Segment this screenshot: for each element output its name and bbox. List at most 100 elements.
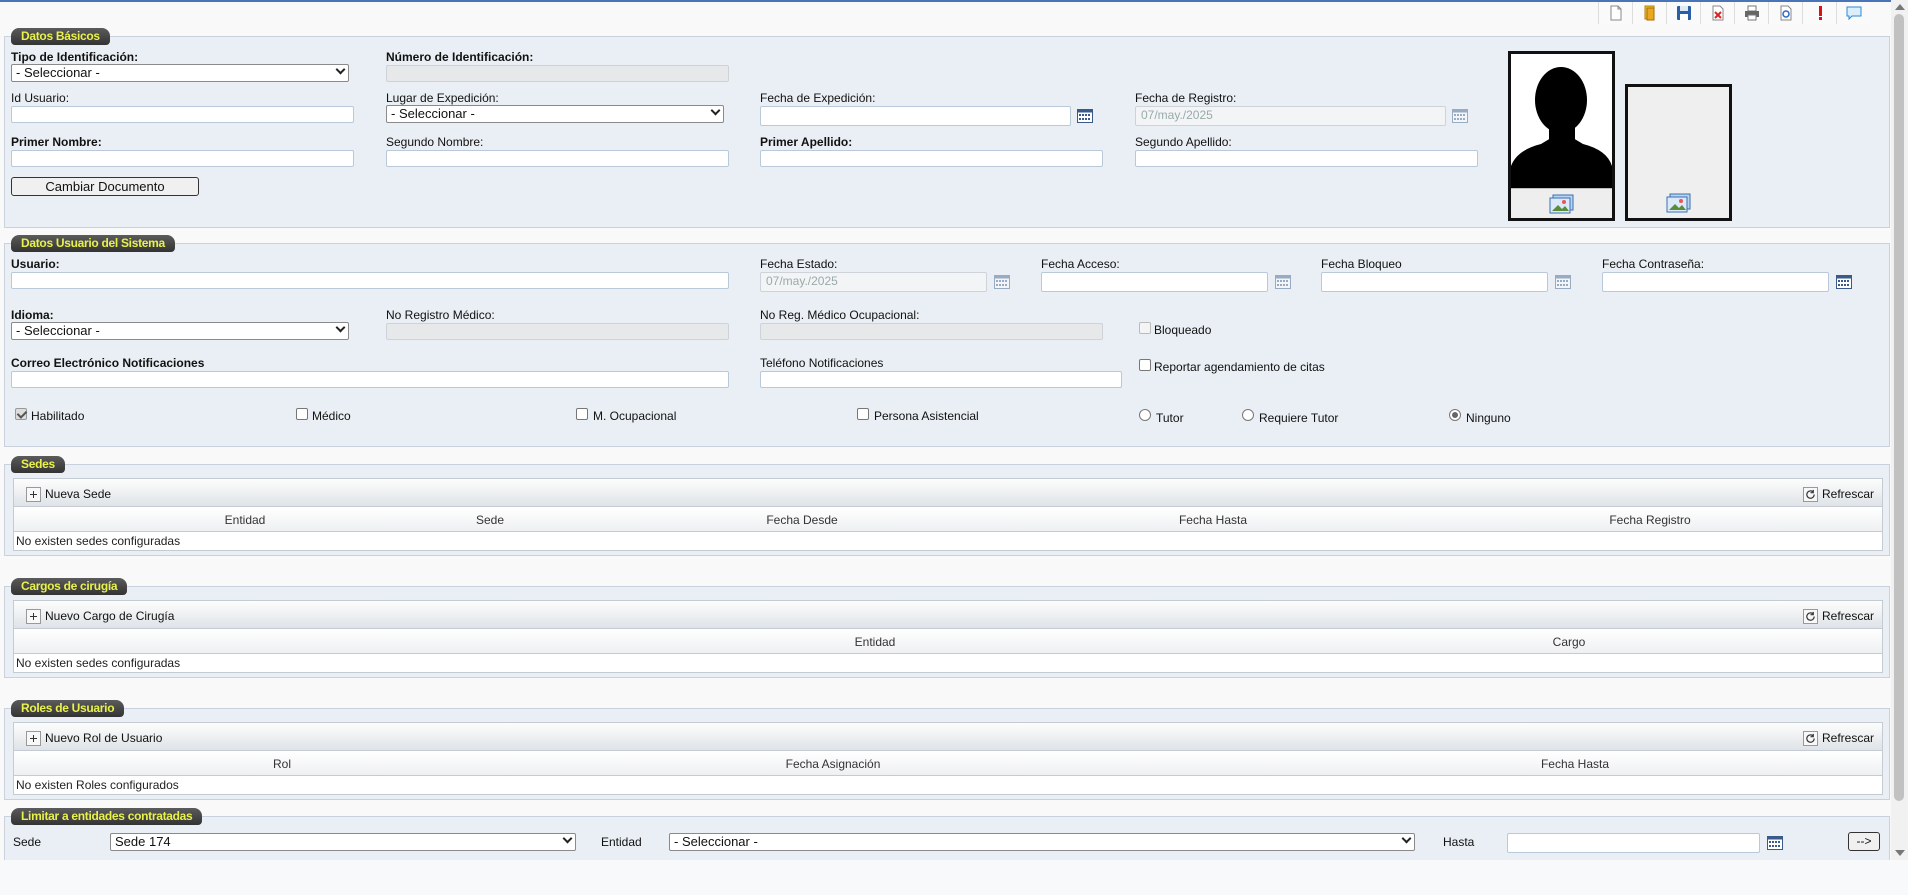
cambiar-documento-button[interactable]: Cambiar Documento	[11, 177, 199, 196]
column-header[interactable]: Sede	[476, 513, 504, 527]
column-header[interactable]: Fecha Registro	[1609, 513, 1690, 527]
tipo-identificacion-select[interactable]: - Seleccionar -	[11, 64, 349, 82]
fecha-acceso-input[interactable]	[1041, 272, 1268, 292]
signature-box	[1625, 84, 1732, 221]
fecha-acceso-label: Fecha Acceso:	[1041, 257, 1120, 271]
nuevo-cargo-button[interactable]: Nuevo Cargo de Cirugía	[26, 607, 174, 625]
column-header[interactable]: Cargo	[1553, 635, 1586, 649]
idioma-label: Idioma:	[11, 308, 54, 322]
cargos-refrescar-button[interactable]: Refrescar	[1802, 607, 1874, 625]
calendar-icon	[1452, 109, 1468, 123]
tutor-radio[interactable]	[1139, 409, 1151, 421]
ninguno-radio[interactable]	[1449, 409, 1461, 421]
lugar-expedicion-select[interactable]: - Seleccionar -	[386, 105, 724, 123]
column-header[interactable]: Fecha Hasta	[1179, 513, 1247, 527]
m-ocupacional-checkbox[interactable]	[576, 408, 588, 420]
fecha-registro-calendar-button[interactable]	[1452, 109, 1468, 123]
calendar-icon	[1077, 109, 1093, 123]
telefono-input[interactable]	[760, 371, 1122, 388]
scroll-down-arrow-icon[interactable]	[1895, 850, 1905, 856]
telefono-label: Teléfono Notificaciones	[760, 356, 884, 370]
no-reg-medico-ocupacional-input[interactable]	[760, 323, 1103, 340]
delete-button[interactable]	[1700, 2, 1734, 24]
fecha-estado-calendar-button[interactable]	[994, 275, 1010, 289]
chevron-down-icon	[710, 105, 721, 116]
fecha-expedicion-calendar-button[interactable]	[1077, 109, 1093, 123]
column-header[interactable]: Entidad	[225, 513, 266, 527]
fecha-bloqueo-input[interactable]	[1321, 272, 1548, 292]
fecha-contrasena-calendar-button[interactable]	[1836, 275, 1852, 289]
fecha-registro-input[interactable]: 07/may./2025	[1135, 106, 1446, 126]
empty-message: No existen sedes configuradas	[16, 534, 181, 548]
lugar-expedicion-value: - Seleccionar -	[391, 106, 475, 121]
nueva-sede-button[interactable]: Nueva Sede	[26, 485, 111, 503]
upload-image-icon[interactable]	[1666, 193, 1692, 213]
tipo-identificacion-label: Tipo de Identificación:	[11, 50, 139, 64]
scroll-up-arrow-icon[interactable]	[1895, 4, 1905, 10]
fecha-contrasena-input[interactable]	[1602, 272, 1829, 292]
column-header[interactable]: Fecha Hasta	[1541, 757, 1609, 771]
section-title: Roles de Usuario	[11, 700, 125, 717]
habilitado-label: Habilitado	[31, 409, 85, 423]
refresh-icon	[1802, 608, 1818, 624]
primer-apellido-input[interactable]	[760, 150, 1103, 167]
segundo-nombre-input[interactable]	[386, 150, 729, 167]
apply-limit-button[interactable]: -->	[1848, 832, 1880, 851]
sede-select[interactable]: Sede 174	[110, 833, 576, 851]
nuevo-rol-label: Nuevo Rol de Usuario	[45, 731, 163, 745]
section-title: Limitar a entidades contratadas	[11, 808, 203, 825]
correo-input[interactable]	[11, 371, 729, 388]
sedes-refrescar-button[interactable]: Refrescar	[1802, 485, 1874, 503]
alert-button[interactable]	[1802, 2, 1836, 24]
new-document-button[interactable]	[1598, 2, 1632, 24]
grid-toolbar: Nueva Sede Refrescar	[14, 479, 1882, 507]
entidad-select[interactable]: - Seleccionar -	[669, 833, 1415, 851]
column-header[interactable]: Entidad	[855, 635, 896, 649]
no-reg-medico-ocupacional-label: No Reg. Médico Ocupacional:	[760, 308, 920, 322]
fecha-estado-input[interactable]: 07/may./2025	[760, 272, 987, 292]
fecha-bloqueo-calendar-button[interactable]	[1555, 275, 1571, 289]
fecha-acceso-calendar-button[interactable]	[1275, 275, 1291, 289]
habilitado-checkbox[interactable]	[15, 408, 27, 420]
bloqueado-label: Bloqueado	[1154, 323, 1212, 337]
bloqueado-checkbox[interactable]	[1139, 322, 1151, 334]
no-registro-medico-input[interactable]	[386, 323, 729, 340]
hasta-input[interactable]	[1507, 833, 1760, 853]
id-usuario-input[interactable]	[11, 106, 354, 123]
persona-asistencial-checkbox[interactable]	[857, 408, 869, 420]
tipo-identificacion-value: - Seleccionar -	[16, 65, 100, 80]
roles-refrescar-button[interactable]: Refrescar	[1802, 729, 1874, 747]
chat-button[interactable]	[1836, 2, 1870, 24]
usuario-input[interactable]	[11, 272, 729, 289]
vertical-scrollbar[interactable]	[1891, 0, 1908, 860]
reportar-checkbox[interactable]	[1139, 359, 1151, 371]
column-header[interactable]: Rol	[273, 757, 291, 771]
column-header[interactable]: Fecha Desde	[766, 513, 837, 527]
preview-button[interactable]	[1768, 2, 1802, 24]
hasta-calendar-button[interactable]	[1767, 836, 1783, 850]
plus-icon	[26, 730, 41, 746]
primer-nombre-input[interactable]	[11, 150, 354, 167]
print-button[interactable]	[1734, 2, 1768, 24]
chat-icon	[1846, 6, 1861, 21]
nuevo-rol-button[interactable]: Nuevo Rol de Usuario	[26, 729, 162, 747]
column-header[interactable]: Fecha Asignación	[786, 757, 881, 771]
calendar-icon	[1555, 275, 1571, 289]
numero-identificacion-input[interactable]	[386, 65, 729, 82]
upload-image-icon[interactable]	[1549, 194, 1575, 214]
chevron-down-icon	[335, 64, 346, 75]
scroll-thumb[interactable]	[1894, 14, 1904, 801]
new-document-icon	[1610, 5, 1621, 21]
plus-icon	[26, 608, 41, 624]
open-folder-button[interactable]	[1632, 2, 1666, 24]
idioma-select[interactable]: - Seleccionar -	[11, 322, 349, 340]
primer-nombre-label: Primer Nombre:	[11, 135, 102, 149]
fecha-expedicion-input[interactable]	[760, 106, 1071, 126]
save-button[interactable]	[1666, 2, 1700, 24]
segundo-apellido-input[interactable]	[1135, 150, 1478, 167]
medico-checkbox[interactable]	[296, 408, 308, 420]
requiere-tutor-radio[interactable]	[1242, 409, 1254, 421]
alert-icon	[1818, 6, 1822, 20]
chevron-down-icon	[562, 833, 573, 844]
signature-upload-bar	[1628, 188, 1729, 218]
